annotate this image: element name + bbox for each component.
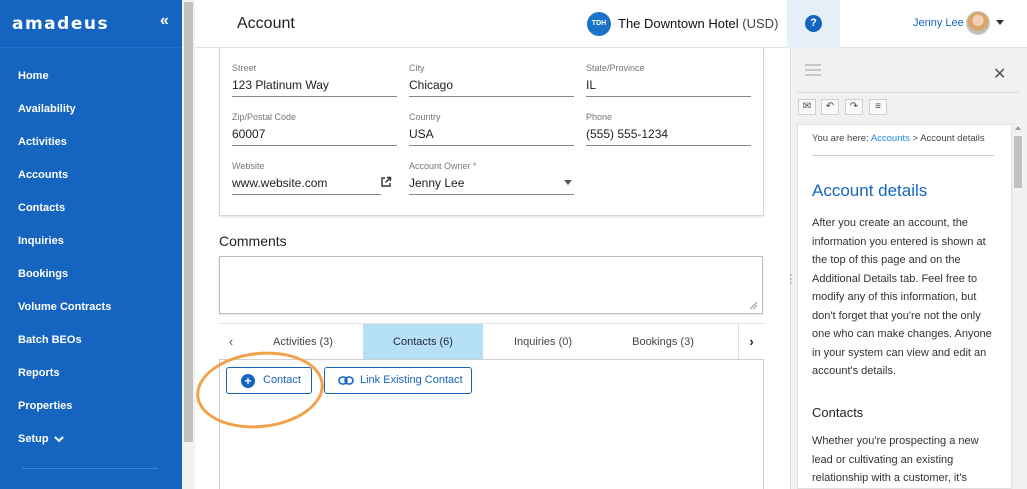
sidebar-item-availability[interactable]: Availability (0, 93, 182, 126)
state-field[interactable]: IL (586, 78, 596, 92)
sidebar-item-home[interactable]: Home (0, 60, 182, 93)
amadeus-logo: amadeus (12, 14, 110, 34)
comments-textarea[interactable] (219, 256, 763, 314)
phone-underline (586, 145, 751, 146)
panel-resize-handle-icon[interactable]: · · · (789, 270, 793, 289)
city-underline (409, 96, 574, 97)
tab-contacts[interactable]: Contacts (6) (363, 324, 483, 360)
tab-next-arrow[interactable]: › (738, 324, 764, 360)
zip-field[interactable]: 60007 (232, 127, 265, 141)
dropdown-caret-icon[interactable] (564, 180, 572, 185)
comments-title: Comments (219, 233, 287, 249)
link-icon (338, 376, 354, 385)
avatar[interactable] (966, 11, 990, 35)
close-icon[interactable]: ✕ (993, 64, 1006, 84)
hotel-currency: (USD) (742, 16, 779, 31)
hotel-name: The Downtown Hotel (618, 16, 739, 31)
forward-icon[interactable]: ↷ (845, 99, 863, 115)
tab-prev-arrow[interactable]: ‹ (219, 324, 243, 360)
street-label: Street (232, 63, 257, 73)
address-card (219, 48, 764, 216)
back-icon[interactable]: ↶ (821, 99, 839, 115)
resize-grip-icon[interactable] (749, 301, 758, 310)
website-underline (232, 194, 381, 195)
sidebar-item-accounts[interactable]: Accounts (0, 159, 182, 192)
add-contact-button[interactable]: + Contact (226, 367, 312, 394)
phone-label: Phone (586, 112, 613, 122)
tab-activities[interactable]: Activities (3) (243, 324, 363, 360)
breadcrumb: You are here: Accounts > Account details (812, 133, 985, 144)
top-header (195, 0, 1027, 48)
help-scrollbar-thumb[interactable] (1014, 136, 1022, 188)
breadcrumb-link-accounts[interactable]: Accounts (871, 133, 910, 144)
help-title: Account details (812, 181, 928, 200)
toolbar-divider (797, 92, 1019, 93)
help-paragraph: After you create an account, the informa… (812, 217, 992, 377)
country-field[interactable]: USA (409, 127, 434, 141)
page-title: Account (237, 15, 295, 32)
sidebar-item-batch-beos[interactable]: Batch BEOs (0, 324, 182, 357)
sidebar-scrollbar-thumb[interactable] (184, 2, 193, 442)
state-underline (586, 96, 751, 97)
help-icon[interactable]: ? (805, 15, 822, 32)
collapse-sidebar-icon[interactable]: « (160, 12, 169, 30)
email-icon[interactable]: ✉ (798, 99, 816, 115)
hotel-selector[interactable]: The Downtown Hotel (USD) (618, 16, 778, 31)
breadcrumb-current: > Account details (909, 133, 985, 144)
sidebar: amadeus « Home Availability Activities A… (0, 0, 182, 489)
website-label: Website (232, 161, 265, 171)
scroll-up-icon[interactable] (1015, 126, 1021, 130)
street-field[interactable]: 123 Platinum Way (232, 78, 329, 92)
sidebar-item-label: Setup (18, 433, 49, 445)
country-underline (409, 145, 574, 146)
owner-underline (409, 194, 574, 195)
add-contact-label: Contact (263, 374, 301, 386)
city-field[interactable]: Chicago (409, 78, 453, 92)
breadcrumb-prefix: You are here: (812, 133, 871, 144)
help-subtitle: Contacts (812, 405, 864, 420)
sidebar-item-inquiries[interactable]: Inquiries (0, 225, 182, 258)
zip-underline (232, 145, 397, 146)
breadcrumb-divider (812, 155, 994, 156)
sidebar-divider (0, 47, 182, 48)
country-label: Country (409, 112, 441, 122)
tab-inquiries[interactable]: Inquiries (0) (483, 324, 603, 360)
zip-label: Zip/Postal Code (232, 112, 297, 122)
sidebar-item-properties[interactable]: Properties (0, 390, 182, 423)
tab-bar: ‹ Activities (3) Contacts (6) Inquiries … (219, 323, 764, 360)
owner-label: Account Owner * (409, 161, 477, 171)
link-existing-label: Link Existing Contact (360, 374, 463, 386)
hotel-badge[interactable]: TDH (587, 12, 611, 36)
sidebar-item-contacts[interactable]: Contacts (0, 192, 182, 225)
sidebar-item-reports[interactable]: Reports (0, 357, 182, 390)
sidebar-item-setup[interactable]: Setup (0, 423, 182, 456)
link-existing-contact-button[interactable]: Link Existing Contact (324, 367, 472, 394)
website-field[interactable]: www.website.com (232, 176, 327, 190)
city-label: City (409, 63, 425, 73)
help-paragraph: Whether you're prospecting a new lead or… (812, 435, 979, 484)
account-owner-select[interactable]: Jenny Lee (409, 176, 464, 190)
sidebar-item-activities[interactable]: Activities (0, 126, 182, 159)
street-underline (232, 96, 397, 97)
user-menu-caret-icon[interactable] (996, 20, 1004, 25)
sidebar-nav: Home Availability Activities Accounts Co… (0, 60, 182, 456)
chevron-down-icon (53, 436, 64, 443)
menu-icon[interactable] (805, 64, 821, 79)
sidebar-divider (22, 468, 158, 469)
phone-field[interactable]: (555) 555-1234 (586, 127, 668, 141)
state-label: State/Province (586, 63, 645, 73)
help-content: You are here: Accounts > Account details… (797, 124, 1012, 489)
sidebar-item-volume-contracts[interactable]: Volume Contracts (0, 291, 182, 324)
plus-circle-icon: + (241, 374, 255, 388)
list-icon[interactable]: ≡ (869, 99, 887, 115)
external-link-icon[interactable] (380, 176, 392, 188)
sidebar-item-bookings[interactable]: Bookings (0, 258, 182, 291)
user-name[interactable]: Jenny Lee (913, 17, 964, 29)
tab-bookings[interactable]: Bookings (3) (603, 324, 723, 360)
